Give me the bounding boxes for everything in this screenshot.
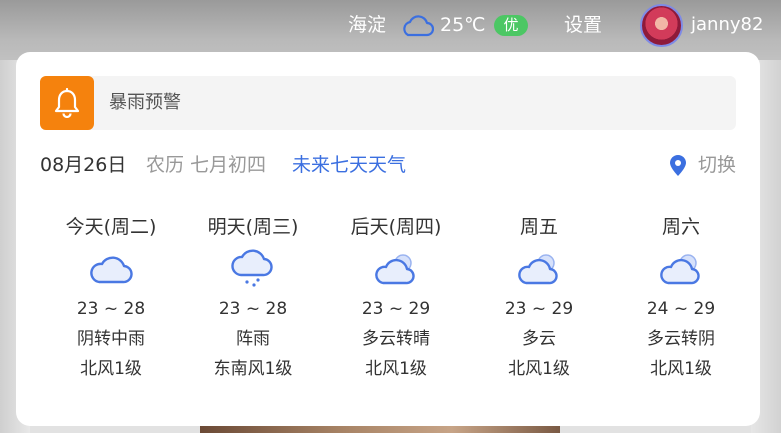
aqi-badge[interactable]: 优 xyxy=(494,15,528,36)
settings-link[interactable]: 设置 xyxy=(564,13,602,37)
day-temperature: 24 ~ 29 xyxy=(646,299,716,319)
shower-icon xyxy=(182,240,324,292)
switch-location-button[interactable]: 切换 xyxy=(698,152,736,178)
seven-day-forecast-link[interactable]: 未来七天天气 xyxy=(292,152,406,178)
day-condition: 多云 xyxy=(522,329,556,349)
weather-alert[interactable]: 暴雨预警 xyxy=(40,76,736,130)
forecast-day[interactable]: 周五 23 ~ 29 多云 北风1级 xyxy=(468,214,610,380)
forecast-day[interactable]: 后天(周四) 23 ~ 29 多云转晴 北风1级 xyxy=(325,214,467,380)
day-temperature: 23 ~ 29 xyxy=(361,299,431,319)
forecast-days: 今天(周二) 23 ~ 28 阴转中雨 北风1级 明天(周三) 23 ~ 28 xyxy=(40,214,740,404)
current-date: 08月26日 xyxy=(40,154,127,176)
day-wind: 北风1级 xyxy=(508,359,570,379)
alert-icon-box xyxy=(40,76,94,130)
top-bar: 海淀 25℃ 优 设置 janny82 xyxy=(0,0,781,52)
day-wind: 北风1级 xyxy=(650,359,712,379)
alert-text: 暴雨预警 xyxy=(109,92,181,113)
partly-cloudy-icon xyxy=(325,240,467,292)
day-condition: 多云转阴 xyxy=(647,329,715,349)
current-temperature[interactable]: 25℃ xyxy=(440,13,486,37)
day-wind: 北风1级 xyxy=(80,359,142,379)
forecast-day[interactable]: 周六 24 ~ 29 多云转阴 北风1级 xyxy=(610,214,752,380)
day-name: 明天(周三) xyxy=(207,216,299,238)
cloudy-icon xyxy=(40,240,182,292)
lunar-date: 农历 七月初四 xyxy=(146,154,267,176)
bell-icon xyxy=(54,88,80,118)
day-name: 今天(周二) xyxy=(65,216,157,238)
city-label[interactable]: 海淀 xyxy=(348,13,386,37)
day-wind: 北风1级 xyxy=(365,359,427,379)
day-condition: 阴转中雨 xyxy=(77,329,145,349)
username[interactable]: janny82 xyxy=(691,13,763,37)
day-temperature: 23 ~ 28 xyxy=(218,299,288,319)
partly-cloudy-icon xyxy=(468,240,610,292)
day-name: 后天(周四) xyxy=(350,216,442,238)
cloud-icon xyxy=(400,14,435,38)
day-temperature: 23 ~ 28 xyxy=(76,299,146,319)
forecast-day[interactable]: 明天(周三) 23 ~ 28 阵雨 东南风1级 xyxy=(182,214,324,380)
forecast-day[interactable]: 今天(周二) 23 ~ 28 阴转中雨 北风1级 xyxy=(40,214,182,380)
day-wind: 东南风1级 xyxy=(213,359,293,379)
date-line: 08月26日 农历 七月初四 未来七天天气 切换 xyxy=(40,152,736,178)
day-temperature: 23 ~ 29 xyxy=(504,299,574,319)
location-pin-icon[interactable] xyxy=(670,155,686,180)
day-name: 周六 xyxy=(661,216,700,238)
avatar[interactable] xyxy=(640,4,683,47)
day-condition: 阵雨 xyxy=(236,329,270,349)
partly-cloudy-icon xyxy=(610,240,752,292)
weather-panel: 暴雨预警 08月26日 农历 七月初四 未来七天天气 切换 今天(周二) 23 … xyxy=(16,52,760,426)
day-name: 周五 xyxy=(519,216,558,238)
day-condition: 多云转晴 xyxy=(362,329,430,349)
